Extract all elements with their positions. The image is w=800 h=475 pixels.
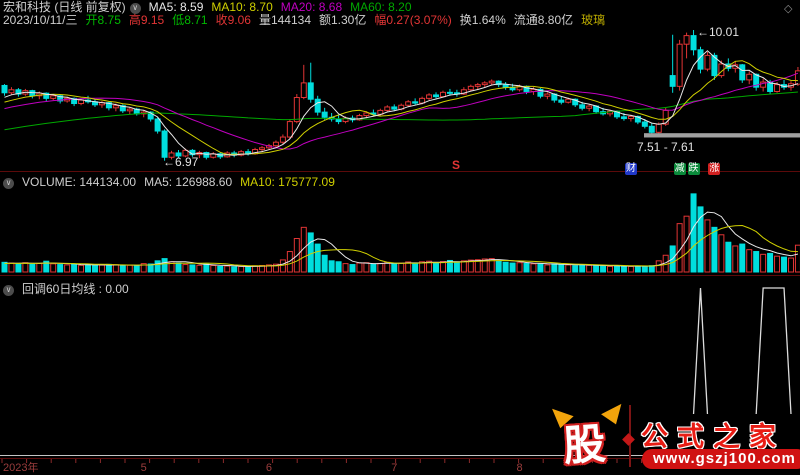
watermark: 股 公式之家 www.gszj100.com: [545, 397, 800, 475]
quote-info-label: 幅0.27(3.07%): [374, 13, 452, 27]
ma-value-label: MA10: 8.70: [211, 0, 273, 14]
ma-values: MA5: 8.59 MA10: 8.70 MA20: 8.68 MA60: 8.20: [149, 0, 420, 14]
volume-value-label: MA10: 175777.09: [240, 175, 335, 189]
indicator-spike: [755, 287, 792, 415]
axis-label: 7: [391, 462, 397, 474]
diamond-bullet-icon: [622, 433, 635, 446]
quote-info-label: 高9.15: [128, 13, 165, 27]
low-price-annotation: ←6.97: [163, 155, 199, 169]
price-band-annotation: 7.51 - 7.61: [637, 140, 695, 154]
quote-info-label: 低8.71: [172, 13, 208, 27]
event-badge-财[interactable]: 财: [624, 163, 637, 175]
ma-value-label: MA20: 8.68: [280, 0, 343, 14]
chevron-down-icon[interactable]: ∨: [3, 178, 14, 189]
ma-value-label: MA5: 8.59: [148, 0, 204, 14]
quote-info-label: 玻璃: [581, 13, 606, 27]
header-row-2: 2023/10/11/三 开8.75 高9.15 低8.71 收9.06 量144134 额…: [3, 14, 621, 27]
volume-value-label: MA5: 126988.60: [144, 175, 233, 189]
quote-info-label: 2023/10/11/三: [3, 13, 78, 27]
high-price-annotation: ←10.01: [697, 25, 740, 39]
stock-title: 宏和科技 (日线 前复权): [3, 0, 126, 14]
chevron-down-icon[interactable]: ∨: [3, 285, 14, 296]
ma-value-label: MA60: 8.20: [350, 0, 412, 14]
axis-label: 2023年: [3, 460, 38, 474]
event-badge-跌[interactable]: 跌: [687, 163, 700, 175]
quote-info: 2023/10/11/三 开8.75 高9.15 低8.71 收9.06 量144134 额…: [3, 13, 613, 27]
axis-label: 5: [141, 462, 147, 474]
logo-character: 股: [561, 419, 607, 470]
stock-chart-app: 2023年 5 6 7 8 宏和科技 (日线 前复权) ∨ MA5: 8.59 MA10: 8…: [0, 0, 800, 475]
event-badge-涨[interactable]: 涨: [708, 163, 721, 175]
indicator-label: 回调60日均线 : 0.00: [22, 282, 129, 296]
quote-info-label: 流通8.80亿: [513, 13, 574, 27]
axis-label: 8: [516, 462, 522, 474]
indicator-spike: [692, 287, 709, 415]
price-band: [644, 133, 800, 138]
sell-signal-marker: S: [452, 158, 461, 172]
bull-logo-icon: 股: [546, 397, 628, 471]
quote-info-label: 收9.06: [215, 13, 251, 27]
bull-horn-right-icon: [601, 397, 628, 425]
quote-info-label: 量144134: [258, 13, 311, 27]
diamond-icon[interactable]: ◇: [784, 2, 792, 15]
event-badge-减[interactable]: 减: [673, 163, 686, 175]
indicator-pane-header: ∨ 回调60日均线 : 0.00: [3, 280, 137, 297]
volume-pane-header: ∨ VOLUME: 144134.00 MA5: 126988.60 MA10: 17…: [3, 175, 351, 189]
quote-info-label: 开8.75: [85, 13, 121, 27]
quote-info-label: 换1.64%: [459, 13, 506, 27]
axis-label: 6: [266, 462, 272, 474]
volume-series: [1, 193, 800, 273]
volume-value-label: VOLUME: 144134.00: [22, 175, 137, 189]
watermark-url: www.gszj100.com: [642, 449, 800, 469]
quote-info-label: 额1.30亿: [319, 13, 367, 27]
volume-values: VOLUME: 144134.00 MA5: 126988.60 MA10: 175…: [22, 175, 343, 189]
